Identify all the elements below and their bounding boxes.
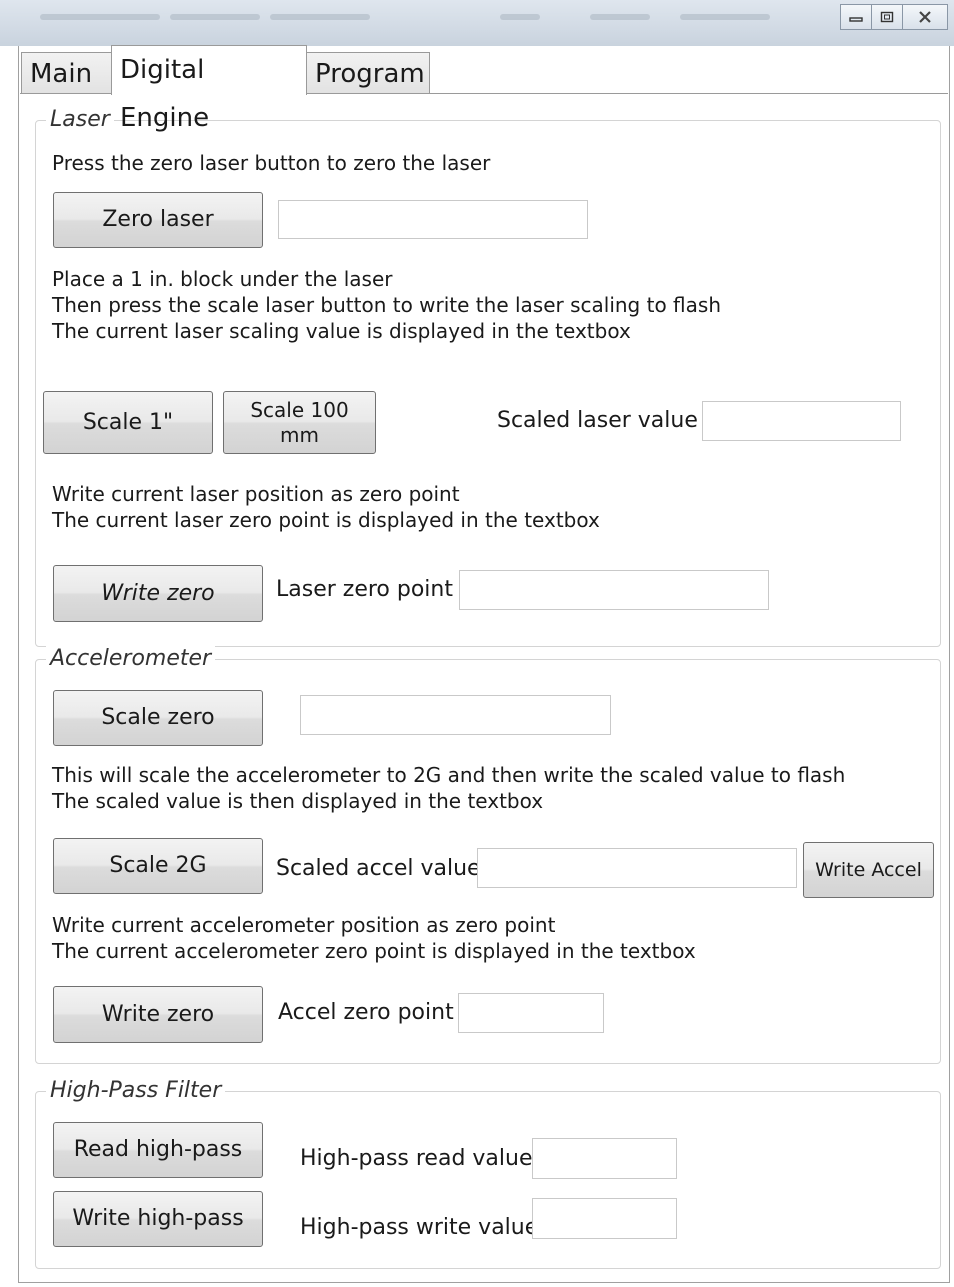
blurred-title-text [270, 14, 370, 20]
window-controls [840, 4, 948, 30]
blurred-title-text [500, 14, 540, 20]
laser-zero-point-label: Laser zero point [276, 577, 453, 602]
scale-zero-button[interactable]: Scale zero [53, 690, 263, 746]
high-pass-write-value-field[interactable] [532, 1198, 677, 1239]
laser-legend: Laser [46, 106, 114, 134]
scaled-laser-value-label: Scaled laser value [497, 408, 698, 433]
blurred-title-text [40, 14, 160, 20]
maximize-icon [880, 11, 894, 23]
blurred-title-text [170, 14, 260, 20]
minimize-button[interactable] [840, 4, 872, 30]
scale-zero-field[interactable] [300, 695, 611, 735]
accel-zero-point-label: Accel zero point [278, 1000, 454, 1025]
tab-digital-engine[interactable]: Digital Engine [111, 45, 307, 133]
accelerometer-legend: Accelerometer [46, 645, 216, 673]
laser-write-zero-instructions: Write current laser position as zero poi… [52, 482, 600, 532]
tab-main[interactable]: Main [21, 52, 112, 94]
laser-write-zero-button[interactable]: Write zero [53, 565, 263, 622]
minimize-icon [849, 17, 863, 22]
zero-laser-field[interactable] [278, 200, 588, 239]
high-pass-read-value-label: High-pass read value [300, 1146, 533, 1171]
scale-2g-button[interactable]: Scale 2G [53, 838, 263, 894]
scale-1-inch-button[interactable]: Scale 1" [43, 391, 213, 454]
tab-program[interactable]: Program [306, 52, 430, 94]
scaled-accel-value-field[interactable] [477, 848, 797, 888]
close-button[interactable] [902, 4, 948, 30]
title-bar [0, 0, 954, 47]
laser-scale-instructions: Place a 1 in. block under the laser Then… [52, 267, 721, 343]
write-high-pass-button[interactable]: Write high-pass [53, 1191, 263, 1247]
high-pass-write-value-label: High-pass write value [300, 1215, 539, 1240]
blurred-title-text [590, 14, 650, 20]
write-accel-button[interactable]: Write Accel [803, 842, 934, 898]
blurred-title-text [680, 14, 770, 20]
high-pass-filter-legend: High-Pass Filter [46, 1077, 226, 1105]
scaled-laser-value-field[interactable] [702, 401, 901, 441]
accel-write-zero-button[interactable]: Write zero [53, 986, 263, 1043]
zero-laser-button[interactable]: Zero laser [53, 192, 263, 248]
read-high-pass-button[interactable]: Read high-pass [53, 1122, 263, 1178]
accel-zero-point-field[interactable] [458, 993, 604, 1033]
close-icon [919, 11, 931, 23]
accel-write-zero-instructions: Write current accelerometer position as … [52, 913, 696, 963]
laser-zero-instructions: Press the zero laser button to zero the … [52, 151, 491, 175]
high-pass-read-value-field[interactable] [532, 1138, 677, 1179]
accel-scale-instructions: This will scale the accelerometer to 2G … [52, 763, 846, 813]
scale-100mm-button[interactable]: Scale 100 mm [223, 391, 376, 454]
maximize-button[interactable] [871, 4, 903, 30]
scaled-accel-value-label: Scaled accel value [276, 856, 481, 881]
laser-zero-point-field[interactable] [459, 570, 769, 610]
